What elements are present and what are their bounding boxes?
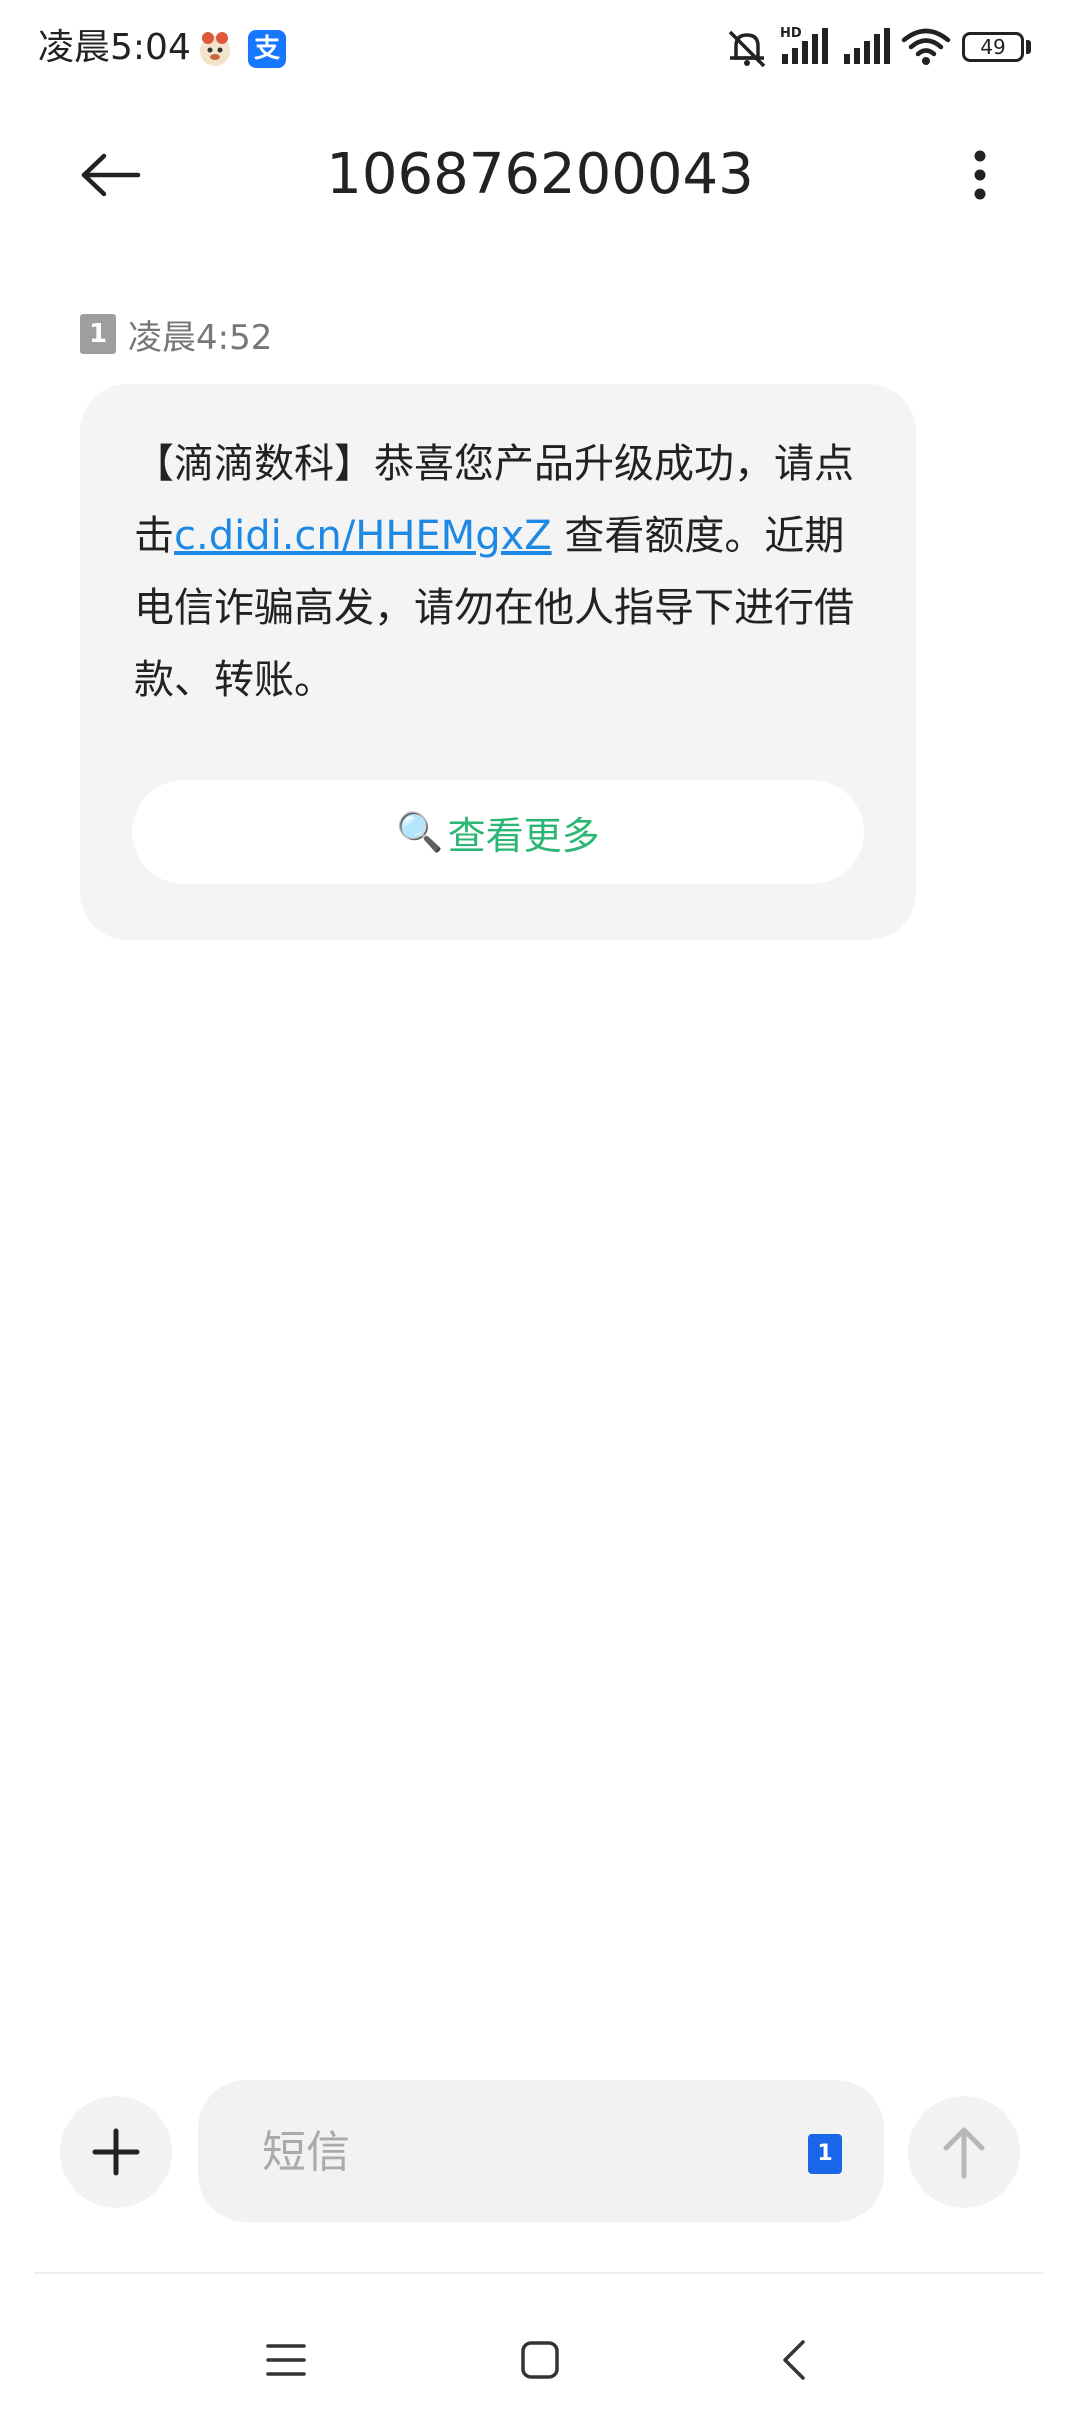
message-time: 凌晨4:52 xyxy=(128,317,273,358)
page-title: 106876200043 xyxy=(326,142,754,207)
status-bar: 凌晨5:04 支 HD 49 xyxy=(0,0,1080,96)
battery-tip xyxy=(1026,40,1031,54)
hd-label: HD xyxy=(780,26,802,41)
arrow-left-icon xyxy=(81,153,141,197)
message-bubble[interactable]: 【滴滴数科】恭喜您产品升级成功，请点击c.didi.cn/HHEMgxZ 查看额… xyxy=(80,384,916,940)
signal-icon xyxy=(842,24,892,72)
more-options-button[interactable] xyxy=(950,138,1010,212)
sim-select-button[interactable]: 1 xyxy=(808,2134,842,2174)
wifi-icon xyxy=(900,26,952,70)
conversation-header: 106876200043 xyxy=(0,120,1080,230)
view-more-button[interactable]: 🔍 查看更多 xyxy=(132,780,864,884)
status-time: 凌晨5:04 xyxy=(38,27,191,68)
message-input[interactable] xyxy=(260,2080,784,2224)
more-vertical-icon xyxy=(974,150,986,200)
message-meta: 1 凌晨4:52 xyxy=(80,312,273,358)
alipay-icon: 支 xyxy=(248,30,286,68)
chevron-left-icon xyxy=(783,2340,805,2380)
battery-indicator: 49 xyxy=(962,32,1024,62)
view-more-label: 查看更多 xyxy=(447,813,600,858)
compose-box: 1 xyxy=(198,2080,884,2224)
app-notification-icon xyxy=(196,30,234,68)
square-icon xyxy=(521,2341,559,2379)
nav-back-button[interactable] xyxy=(734,2310,854,2410)
signal-hd-icon: HD xyxy=(778,24,832,72)
arrow-up-icon xyxy=(943,2127,985,2179)
back-button[interactable] xyxy=(66,138,156,212)
plus-icon xyxy=(92,2128,140,2176)
send-button[interactable] xyxy=(908,2096,1020,2208)
search-icon: 🔍 xyxy=(396,809,444,854)
menu-icon xyxy=(266,2344,306,2376)
nav-menu-button[interactable] xyxy=(226,2310,346,2410)
nav-divider xyxy=(34,2272,1044,2274)
message-text: 【滴滴数科】恭喜您产品升级成功，请点击c.didi.cn/HHEMgxZ 查看额… xyxy=(134,428,862,716)
add-attachment-button[interactable] xyxy=(60,2096,172,2208)
sim-badge: 1 xyxy=(80,314,116,354)
message-link[interactable]: c.didi.cn/HHEMgxZ xyxy=(174,513,552,559)
nav-home-button[interactable] xyxy=(480,2310,600,2410)
mute-bell-icon xyxy=(724,28,770,72)
